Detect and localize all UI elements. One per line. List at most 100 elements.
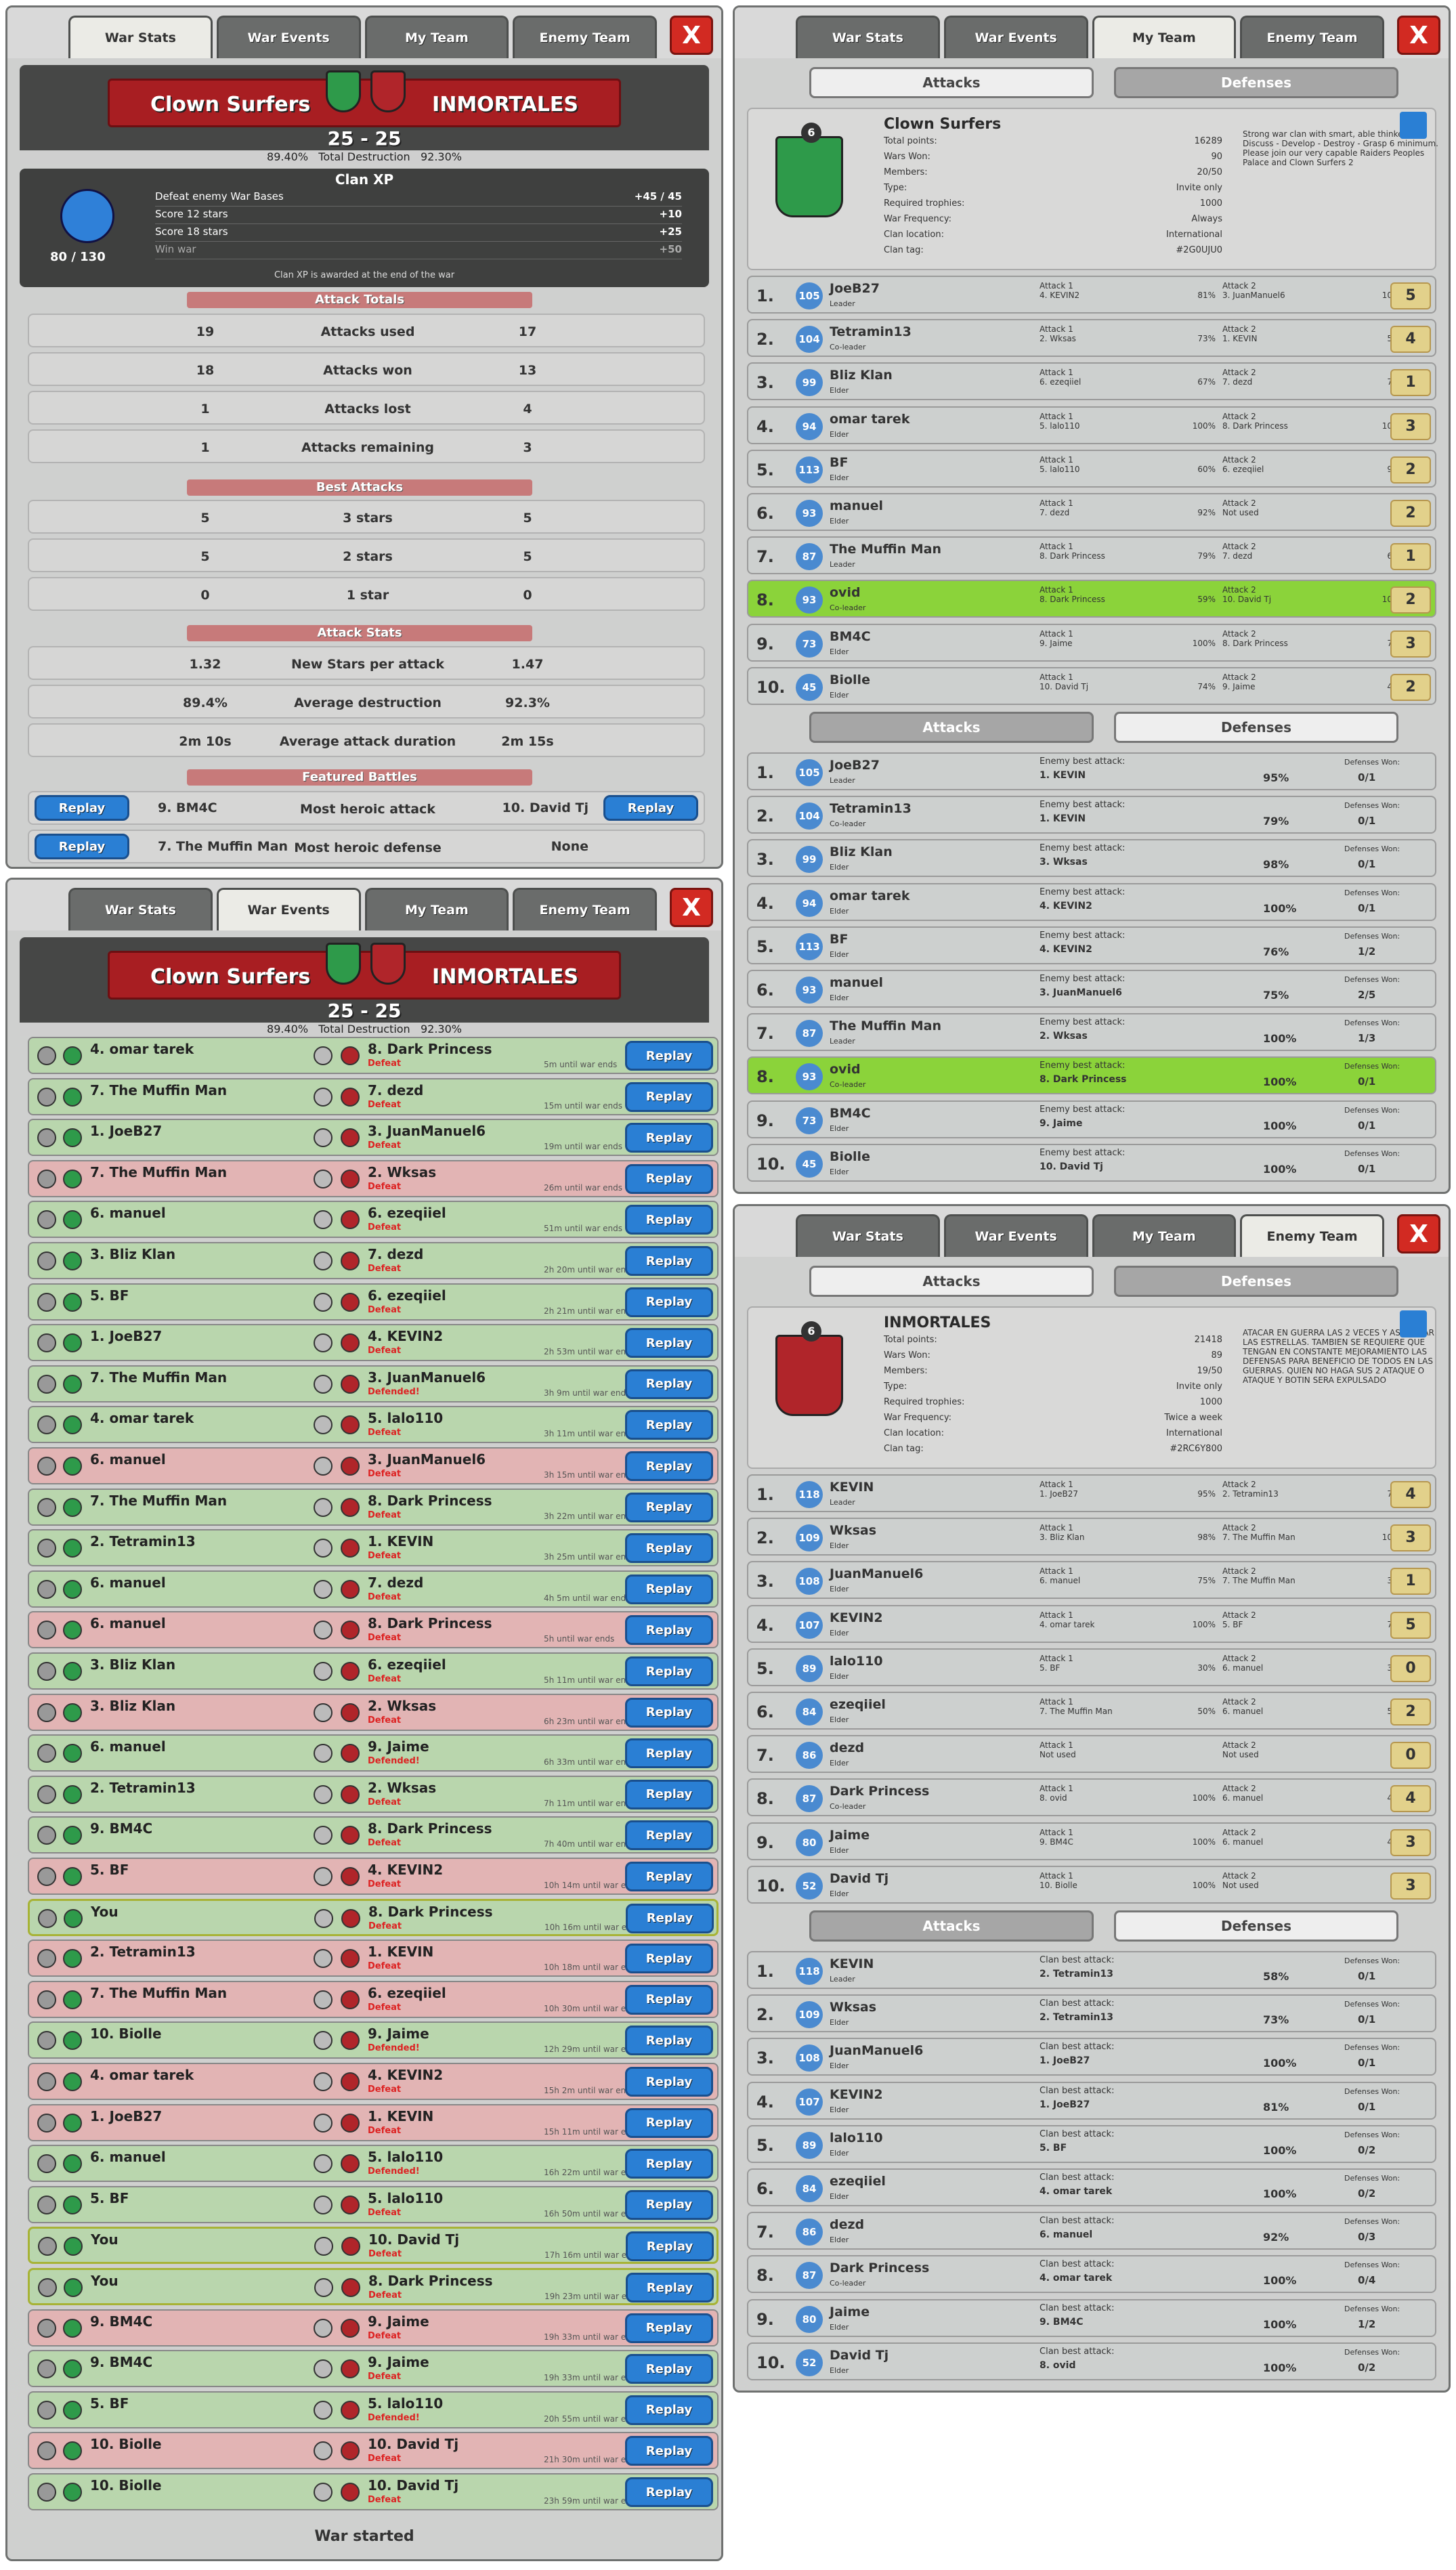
replay-button[interactable]: Replay xyxy=(625,1492,713,1522)
member-row[interactable]: 9. 80 Jaime Elder Attack 1 9. BM4C 100% Attack … xyxy=(747,1822,1436,1860)
member-row[interactable]: 7. 87 The Muffin Man Leader Enemy best attac… xyxy=(747,1013,1436,1052)
tab-war-events[interactable]: War Events xyxy=(943,1214,1088,1257)
replay-button[interactable]: Replay xyxy=(625,1328,713,1358)
member-row[interactable]: 3. 99 Bliz Klan Elder Enemy best attack: 3. W… xyxy=(747,839,1436,878)
replay-button[interactable]: Replay xyxy=(625,1820,713,1851)
close-button[interactable]: X xyxy=(670,888,713,927)
member-row[interactable]: 3. 99 Bliz Klan Elder Attack 1 6. ezeqiiel 67%… xyxy=(747,362,1436,401)
member-row[interactable]: 1. 105 JoeB27 Leader Attack 1 4. KEVIN2 81% Att… xyxy=(747,276,1436,314)
member-row[interactable]: 8. 87 Dark Princess Co-leader Attack 1 8. ovi… xyxy=(747,1778,1436,1817)
tab-war-stats[interactable]: War Stats xyxy=(68,888,213,930)
replay-button[interactable]: Replay xyxy=(625,1944,713,1974)
member-row[interactable]: 4. 107 KEVIN2 Elder Clan best attack: 1. JoeB… xyxy=(747,2081,1436,2120)
tab-enemy-team[interactable]: Enemy Team xyxy=(1240,1214,1384,1257)
member-row[interactable]: 4. 94 omar tarek Elder Enemy best attack: 4. … xyxy=(747,882,1436,921)
member-row[interactable]: 10. 52 David Tj Elder Attack 1 10. Biolle 100%… xyxy=(747,1865,1436,1904)
member-row[interactable]: 5. 113 BF Elder Enemy best attack: 4. KEVIN2 7… xyxy=(747,926,1436,964)
replay-button[interactable]: Replay xyxy=(625,2395,713,2425)
tab-my-team[interactable]: My Team xyxy=(1092,16,1237,58)
replay-button[interactable]: Replay xyxy=(625,2107,713,2138)
subtab-defenses[interactable]: Defenses xyxy=(1114,1266,1398,1297)
tab-my-team[interactable]: My Team xyxy=(1092,1214,1237,1257)
close-button[interactable]: X xyxy=(1397,1214,1440,1254)
replay-button[interactable]: Replay xyxy=(625,2436,713,2466)
member-row[interactable]: 1. 118 KEVIN Leader Clan best attack: 2. Tetr… xyxy=(747,1951,1436,1989)
member-row[interactable]: 2. 109 Wksas Elder Clan best attack: 2. Tetra… xyxy=(747,1994,1436,2033)
member-row[interactable]: 8. 93 ovid Co-leader Attack 1 8. Dark Princes… xyxy=(747,580,1436,618)
member-row[interactable]: 9. 73 BM4C Elder Attack 1 9. Jaime 100% Attack … xyxy=(747,623,1436,662)
subtab-defenses[interactable]: Defenses xyxy=(1114,1910,1398,1942)
replay-button[interactable]: Replay xyxy=(625,2067,713,2097)
tab-enemy-team[interactable]: Enemy Team xyxy=(513,16,657,58)
tab-war-stats[interactable]: War Stats xyxy=(68,16,213,58)
replay-button[interactable]: Replay xyxy=(625,1081,713,1112)
replay-button[interactable]: Replay xyxy=(625,1615,713,1646)
member-row[interactable]: 6. 84 ezeqiiel Elder Clan best attack: 4. oma… xyxy=(747,2168,1436,2206)
replay-button[interactable]: Replay xyxy=(35,834,129,859)
member-row[interactable]: 5. 89 lalo110 Elder Clan best attack: 5. BF 10… xyxy=(747,2124,1436,2163)
member-row[interactable]: 5. 89 lalo110 Elder Attack 1 5. BF 30% Attack 2… xyxy=(747,1648,1436,1686)
member-row[interactable]: 6. 93 manuel Elder Attack 1 7. dezd 92% Attack … xyxy=(747,493,1436,531)
replay-button[interactable]: Replay xyxy=(625,1697,713,1728)
replay-button[interactable]: Replay xyxy=(626,1903,714,1933)
subtab-attacks[interactable]: Attacks xyxy=(809,712,1094,743)
replay-button[interactable]: Replay xyxy=(625,2189,713,2220)
member-row[interactable]: 7. 86 dezd Elder Attack 1 Not used Attack 2 Not… xyxy=(747,1735,1436,1774)
replay-button[interactable]: Replay xyxy=(625,2477,713,2507)
member-row[interactable]: 10. 45 Biolle Elder Enemy best attack: 10. Da… xyxy=(747,1143,1436,1182)
replay-button[interactable]: Replay xyxy=(625,1533,713,1564)
subtab-defenses[interactable]: Defenses xyxy=(1114,712,1398,743)
subtab-attacks[interactable]: Attacks xyxy=(809,1266,1094,1297)
member-row[interactable]: 6. 84 ezeqiiel Elder Attack 1 7. The Muffin M… xyxy=(747,1692,1436,1730)
replay-button[interactable]: Replay xyxy=(626,2273,714,2303)
replay-button[interactable]: Replay xyxy=(625,1779,713,1809)
replay-button[interactable]: Replay xyxy=(625,1451,713,1481)
tab-enemy-team[interactable]: Enemy Team xyxy=(513,888,657,930)
subtab-attacks[interactable]: Attacks xyxy=(809,1910,1094,1942)
replay-button[interactable]: Replay xyxy=(625,1287,713,1317)
member-row[interactable]: 9. 73 BM4C Elder Enemy best attack: 9. Jaime 1… xyxy=(747,1100,1436,1138)
tab-war-stats[interactable]: War Stats xyxy=(796,16,940,58)
member-row[interactable]: 3. 108 JuanManuel6 Elder Attack 1 6. manuel 75… xyxy=(747,1561,1436,1600)
replay-button[interactable]: Replay xyxy=(625,2026,713,2056)
replay-button[interactable]: Replay xyxy=(625,1163,713,1194)
tab-my-team[interactable]: My Team xyxy=(364,16,509,58)
member-row[interactable]: 4. 94 omar tarek Elder Attack 1 5. lalo110 100… xyxy=(747,406,1436,444)
add-icon[interactable] xyxy=(1400,1310,1427,1337)
replay-button[interactable]: Replay xyxy=(625,1369,713,1399)
tab-my-team[interactable]: My Team xyxy=(364,888,509,930)
member-row[interactable]: 3. 108 JuanManuel6 Elder Clan best attack: 1.… xyxy=(747,2038,1436,2076)
member-row[interactable]: 9. 80 Jaime Elder Clan best attack: 9. BM4C 10… xyxy=(747,2298,1436,2337)
replay-button[interactable]: Replay xyxy=(625,1123,713,1153)
replay-button[interactable]: Replay xyxy=(625,1410,713,1440)
replay-button[interactable]: Replay xyxy=(626,2231,714,2262)
replay-button[interactable]: Replay xyxy=(625,1862,713,1891)
member-row[interactable]: 1. 118 KEVIN Leader Attack 1 1. JoeB27 95% Atta… xyxy=(747,1474,1436,1512)
member-row[interactable]: 7. 86 dezd Elder Clan best attack: 6. manuel 9… xyxy=(747,2212,1436,2250)
member-row[interactable]: 7. 87 The Muffin Man Leader Attack 1 8. Dark … xyxy=(747,536,1436,575)
replay-button[interactable]: Replay xyxy=(603,795,698,821)
tab-war-events[interactable]: War Events xyxy=(216,16,361,58)
subtab-defenses[interactable]: Defenses xyxy=(1114,67,1398,98)
replay-button[interactable]: Replay xyxy=(625,1041,713,1071)
tab-war-events[interactable]: War Events xyxy=(943,16,1088,58)
member-row[interactable]: 8. 93 ovid Co-leader Enemy best attack: 8. Da… xyxy=(747,1056,1436,1095)
member-row[interactable]: 4. 107 KEVIN2 Elder Attack 1 4. omar tarek 100… xyxy=(747,1604,1436,1643)
replay-button[interactable]: Replay xyxy=(625,1656,713,1686)
tab-enemy-team[interactable]: Enemy Team xyxy=(1240,16,1384,58)
member-row[interactable]: 6. 93 manuel Elder Enemy best attack: 3. Juan… xyxy=(747,970,1436,1008)
replay-button[interactable]: Replay xyxy=(35,795,129,821)
tab-war-stats[interactable]: War Stats xyxy=(796,1214,940,1257)
member-row[interactable]: 10. 52 David Tj Elder Clan best attack: 8. ov… xyxy=(747,2342,1436,2380)
tab-war-events[interactable]: War Events xyxy=(216,888,361,930)
replay-button[interactable]: Replay xyxy=(625,1984,713,2015)
replay-button[interactable]: Replay xyxy=(625,1738,713,1769)
replay-button[interactable]: Replay xyxy=(625,1574,713,1604)
replay-button[interactable]: Replay xyxy=(625,2313,713,2343)
replay-button[interactable]: Replay xyxy=(625,1205,713,1235)
replay-button[interactable]: Replay xyxy=(625,2354,713,2384)
replay-button[interactable]: Replay xyxy=(625,2149,713,2179)
close-button[interactable]: X xyxy=(670,16,713,55)
member-row[interactable]: 2. 104 Tetramin13 Co-leader Enemy best attac… xyxy=(747,796,1436,834)
member-row[interactable]: 2. 104 Tetramin13 Co-leader Attack 1 2. Wksas… xyxy=(747,319,1436,358)
